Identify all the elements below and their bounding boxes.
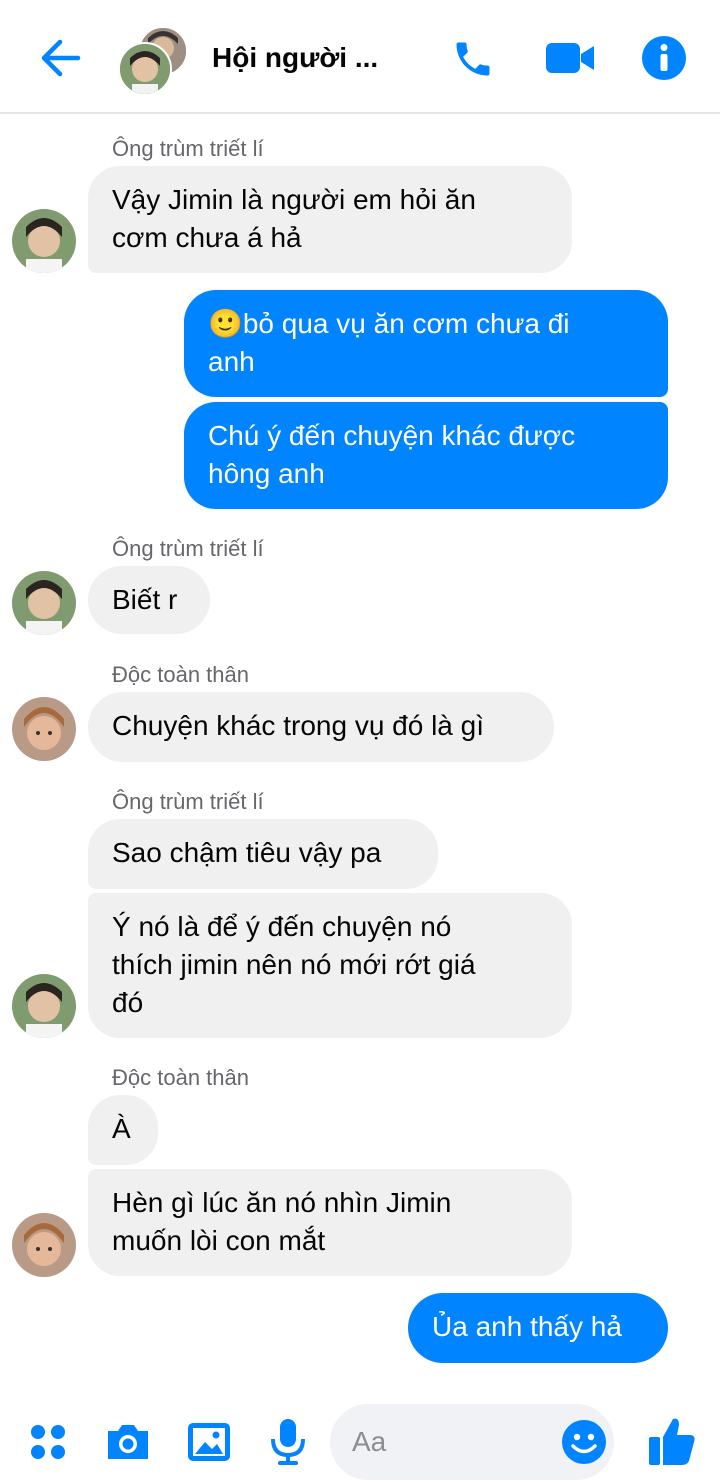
info-icon[interactable] xyxy=(640,34,688,82)
sender-name: Độc toàn thân xyxy=(112,1065,249,1090)
phone-icon[interactable] xyxy=(450,36,496,82)
menu-dots-icon[interactable] xyxy=(24,1418,72,1466)
sender-avatar[interactable] xyxy=(12,974,76,1038)
message-bubble[interactable]: Sao chậm tiêu vậy pa xyxy=(88,819,438,889)
message-bubble[interactable]: À xyxy=(88,1095,158,1165)
like-icon[interactable] xyxy=(646,1414,698,1468)
sender-avatar[interactable] xyxy=(12,1213,76,1277)
message-bubble[interactable]: Hèn gì lúc ăn nó nhìn Jimin muốn lòi con… xyxy=(88,1169,572,1276)
message-text: Chuyện khác trong vụ đó là gì xyxy=(112,710,485,741)
message-text: À xyxy=(112,1113,131,1144)
message-text: Sao chậm tiêu vậy pa xyxy=(112,837,382,868)
message-text: đó xyxy=(112,987,144,1018)
sender-avatar[interactable] xyxy=(12,697,76,761)
sender-name: Ông trùm triết lí xyxy=(112,136,264,161)
message-text: muốn lòi con mắt xyxy=(112,1225,326,1256)
sender-name: Độc toàn thân xyxy=(112,662,249,687)
message-text: hông anh xyxy=(208,458,325,489)
message-text: Ý nó là để ý đến chuyện nó xyxy=(112,911,452,942)
message-bubble[interactable]: Chuyện khác trong vụ đó là gì xyxy=(88,692,554,762)
message-text: Hèn gì lúc ăn nó nhìn Jimin xyxy=(112,1187,452,1218)
message-bubble[interactable]: Ủa anh thấy hả xyxy=(408,1293,668,1363)
message-text: Chú ý đến chuyện khác được xyxy=(208,420,576,451)
message-text: Ủa anh thấy hả xyxy=(432,1311,622,1342)
member-avatar xyxy=(118,42,172,96)
message-bubble[interactable]: Biết r xyxy=(88,566,210,634)
microphone-icon[interactable] xyxy=(266,1416,310,1468)
message-bubble[interactable]: Vậy Jimin là người em hỏi ăn cơm chưa á … xyxy=(88,166,572,273)
message-text: Biết r xyxy=(112,584,178,615)
message-input-placeholder: Aa xyxy=(352,1426,387,1457)
sender-name: Ông trùm triết lí xyxy=(112,536,264,561)
emoji-icon[interactable] xyxy=(560,1418,608,1466)
conversation-title[interactable]: Hội người ... xyxy=(212,42,378,74)
message-text: Vậy Jimin là người em hỏi ăn xyxy=(112,184,476,215)
back-arrow-icon[interactable] xyxy=(36,36,84,80)
message-text: 🙂bỏ qua vụ ăn cơm chưa đi xyxy=(208,308,570,339)
chat-header: Hội người ... xyxy=(0,0,720,114)
message-text: thích jimin nên nó mới rớt giá xyxy=(112,949,476,980)
message-bubble[interactable]: 🙂bỏ qua vụ ăn cơm chưa đi anh xyxy=(184,290,668,397)
sender-name: Ông trùm triết lí xyxy=(112,789,264,814)
camera-icon[interactable] xyxy=(102,1418,154,1466)
video-camera-icon[interactable] xyxy=(544,38,596,78)
message-bubble[interactable]: Chú ý đến chuyện khác được hông anh xyxy=(184,402,668,509)
message-text: cơm chưa á hả xyxy=(112,222,302,253)
sender-avatar[interactable] xyxy=(12,209,76,273)
gallery-icon[interactable] xyxy=(184,1418,234,1466)
message-bubble[interactable]: Ý nó là để ý đến chuyện nó thích jimin n… xyxy=(88,893,572,1038)
message-text: anh xyxy=(208,346,255,377)
group-avatar[interactable] xyxy=(118,26,188,96)
message-composer: Aa xyxy=(0,1398,720,1481)
sender-avatar[interactable] xyxy=(12,571,76,635)
